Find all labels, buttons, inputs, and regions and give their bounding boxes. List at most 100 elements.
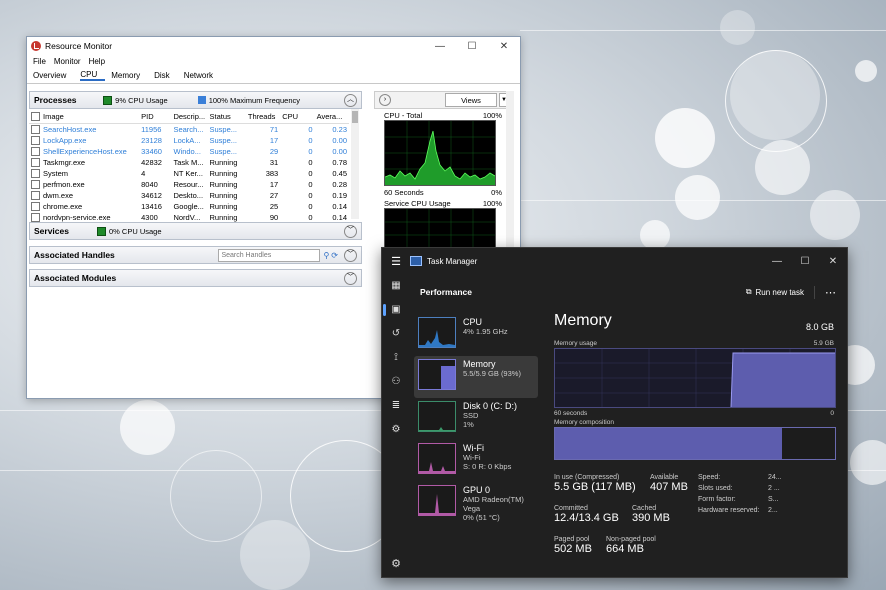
table-row[interactable]: chrome.exe 13416 Google... Running 25 0 0.14 — [29, 201, 349, 212]
process-cpu: 0 — [308, 147, 313, 156]
minimize-button[interactable]: — — [424, 41, 456, 52]
col-threads[interactable]: Threads — [245, 110, 281, 124]
search-icon[interactable]: ⚲ — [323, 251, 329, 260]
app-history-nav-icon[interactable]: ↺ — [382, 322, 410, 346]
bg-line — [520, 30, 886, 31]
tab-cpu[interactable]: CPU — [80, 70, 106, 81]
process-desc: Search... — [173, 125, 204, 134]
tab-memory[interactable]: Memory — [111, 71, 148, 80]
handles-section-header[interactable]: Associated Handles Search Handles ⚲ ⟳ ﹀ — [29, 246, 362, 264]
menu-help[interactable]: Help — [89, 57, 105, 66]
processes-table: Image PID Descrip... Status Threads CPU … — [29, 110, 349, 223]
navigation-rail: ▦ ▣ ↺ ⟟ ⚇ ≣ ⚙ ⚙ — [382, 274, 410, 576]
process-checkbox[interactable] — [31, 202, 40, 212]
tab-disk[interactable]: Disk — [154, 71, 178, 80]
task-manager-titlebar[interactable]: ☰ Task Manager — ☐ ✕ — [382, 248, 847, 274]
perf-item-gpu[interactable]: GPU 0 AMD Radeon(TM) Vega 0% (51 °C) — [414, 482, 538, 524]
tab-network[interactable]: Network — [184, 71, 221, 80]
menu-monitor[interactable]: Monitor — [54, 57, 81, 66]
bg-circle — [810, 190, 860, 240]
processes-scrollbar[interactable] — [351, 109, 359, 219]
process-image-name: perfmon.exe — [43, 179, 85, 189]
col-description[interactable]: Descrip... — [171, 110, 208, 124]
process-pid: 33460 — [141, 147, 162, 156]
table-row[interactable]: ShellExperienceHost.exe 33460 Windo... Susp… — [29, 146, 349, 157]
expand-chevron-icon[interactable]: ﹀ — [344, 271, 357, 285]
run-task-icon: ⧉ — [745, 287, 752, 296]
views-button[interactable]: Views — [445, 93, 497, 107]
process-checkbox[interactable] — [31, 191, 40, 201]
perf-item-memory[interactable]: Memory 5.5/5.9 GB (93%) — [414, 356, 538, 398]
bg-circle — [120, 400, 175, 455]
menu-file[interactable]: File — [33, 57, 46, 66]
collapse-panel-icon[interactable]: › — [379, 94, 391, 106]
committed-value: 12.4/13.4 GB — [554, 512, 619, 524]
resource-monitor-titlebar[interactable]: Resource Monitor — ☐ ✕ — [27, 37, 520, 55]
process-checkbox[interactable] — [31, 158, 40, 168]
col-image[interactable]: Image — [29, 110, 140, 124]
refresh-icon[interactable]: ⟳ — [331, 251, 338, 260]
details-nav-icon[interactable]: ≣ — [382, 394, 410, 418]
maximize-button[interactable]: ☐ — [456, 41, 488, 52]
perf-item-disk[interactable]: Disk 0 (C: D:) SSD 1% — [414, 398, 538, 440]
gpu-item-name: GPU 0 — [463, 485, 491, 495]
graphs-scrollbar[interactable] — [506, 91, 514, 261]
cached-value: 390 MB — [632, 512, 670, 524]
col-average[interactable]: Avera... — [314, 110, 349, 124]
maximize-button[interactable]: ☐ — [791, 256, 819, 267]
process-checkbox[interactable] — [31, 169, 40, 179]
wifi-item-name: Wi-Fi — [463, 443, 484, 453]
process-status: Suspe... — [209, 136, 238, 145]
select-all-checkbox[interactable] — [31, 112, 40, 122]
close-button[interactable]: ✕ — [819, 256, 847, 267]
graphs-toolbar: › Views ▼ — [374, 91, 514, 109]
process-threads: 17 — [269, 180, 279, 189]
search-handles-input[interactable]: Search Handles — [218, 248, 321, 262]
users-nav-icon[interactable]: ⚇ — [382, 370, 410, 394]
close-button[interactable]: ✕ — [488, 41, 520, 52]
col-pid[interactable]: PID — [139, 110, 172, 124]
scrollbar-thumb[interactable] — [352, 111, 358, 123]
process-avg: 0.14 — [332, 202, 347, 211]
services-nav-icon[interactable]: ⚙ — [382, 418, 410, 442]
table-row[interactable]: dwm.exe 34612 Deskto... Running 27 0 0.19 — [29, 190, 349, 201]
services-section-header[interactable]: Services 0% CPU Usage ﹀ — [29, 222, 362, 240]
memory-composition-bar[interactable] — [554, 427, 836, 460]
expand-chevron-icon[interactable]: ﹀ — [344, 224, 357, 238]
perf-item-cpu[interactable]: CPU 4% 1.95 GHz — [414, 314, 538, 356]
modules-section-header[interactable]: Associated Modules ﹀ — [29, 269, 362, 287]
cpu-tab-left-panel: Processes 9% CPU Usage 100% Maximum Freq… — [29, 91, 362, 391]
process-desc: LockA... — [173, 136, 201, 145]
tab-overview[interactable]: Overview — [33, 71, 74, 80]
task-manager-window[interactable]: ☰ Task Manager — ☐ ✕ ▦ ▣ ↺ ⟟ ⚇ ≣ ⚙ ⚙ Per… — [381, 247, 848, 578]
minimize-button[interactable]: — — [763, 256, 791, 267]
col-cpu[interactable]: CPU — [280, 110, 315, 124]
services-label: Services — [34, 226, 69, 236]
expand-chevron-icon[interactable]: ﹀ — [344, 248, 357, 262]
table-row[interactable]: System 4 NT Ker... Running 383 0 0.45 — [29, 168, 349, 179]
process-avg: 0.28 — [332, 180, 347, 189]
process-checkbox[interactable] — [31, 147, 40, 157]
table-row[interactable]: LockApp.exe 23128 LockA... Suspe... 17 0 0.00 — [29, 135, 349, 146]
run-new-task-button[interactable]: ⧉ Run new task — [746, 287, 814, 297]
processes-nav-icon[interactable]: ▦ — [382, 274, 410, 298]
in-use-label: In use (Compressed) — [554, 474, 620, 481]
table-row[interactable]: perfmon.exe 8040 Resour... Running 17 0 0.28 — [29, 179, 349, 190]
performance-nav-icon[interactable]: ▣ — [382, 298, 410, 322]
settings-gear-icon[interactable]: ⚙ — [382, 557, 410, 570]
process-checkbox[interactable] — [31, 125, 40, 135]
col-status[interactable]: Status — [207, 110, 246, 124]
service-cpu-label: Service CPU Usage — [384, 199, 451, 208]
table-row[interactable]: SearchHost.exe 11956 Search... Suspe... 71 0 0… — [29, 124, 349, 136]
memory-usage-max: 5.9 GB — [813, 340, 834, 347]
process-checkbox[interactable] — [31, 136, 40, 146]
collapse-chevron-icon[interactable]: ︿ — [344, 93, 357, 107]
process-checkbox[interactable] — [31, 213, 40, 223]
startup-apps-nav-icon[interactable]: ⟟ — [382, 346, 410, 370]
more-options-icon[interactable]: ⋯ — [814, 285, 846, 299]
perf-item-wifi[interactable]: Wi-Fi Wi-Fi S: 0 R: 0 Kbps — [414, 440, 538, 482]
process-checkbox[interactable] — [31, 180, 40, 190]
hamburger-menu-icon[interactable]: ☰ — [382, 255, 410, 268]
table-row[interactable]: Taskmgr.exe 42832 Task M... Running 31 0 0.78 — [29, 157, 349, 168]
processes-section-header[interactable]: Processes 9% CPU Usage 100% Maximum Freq… — [29, 91, 362, 109]
